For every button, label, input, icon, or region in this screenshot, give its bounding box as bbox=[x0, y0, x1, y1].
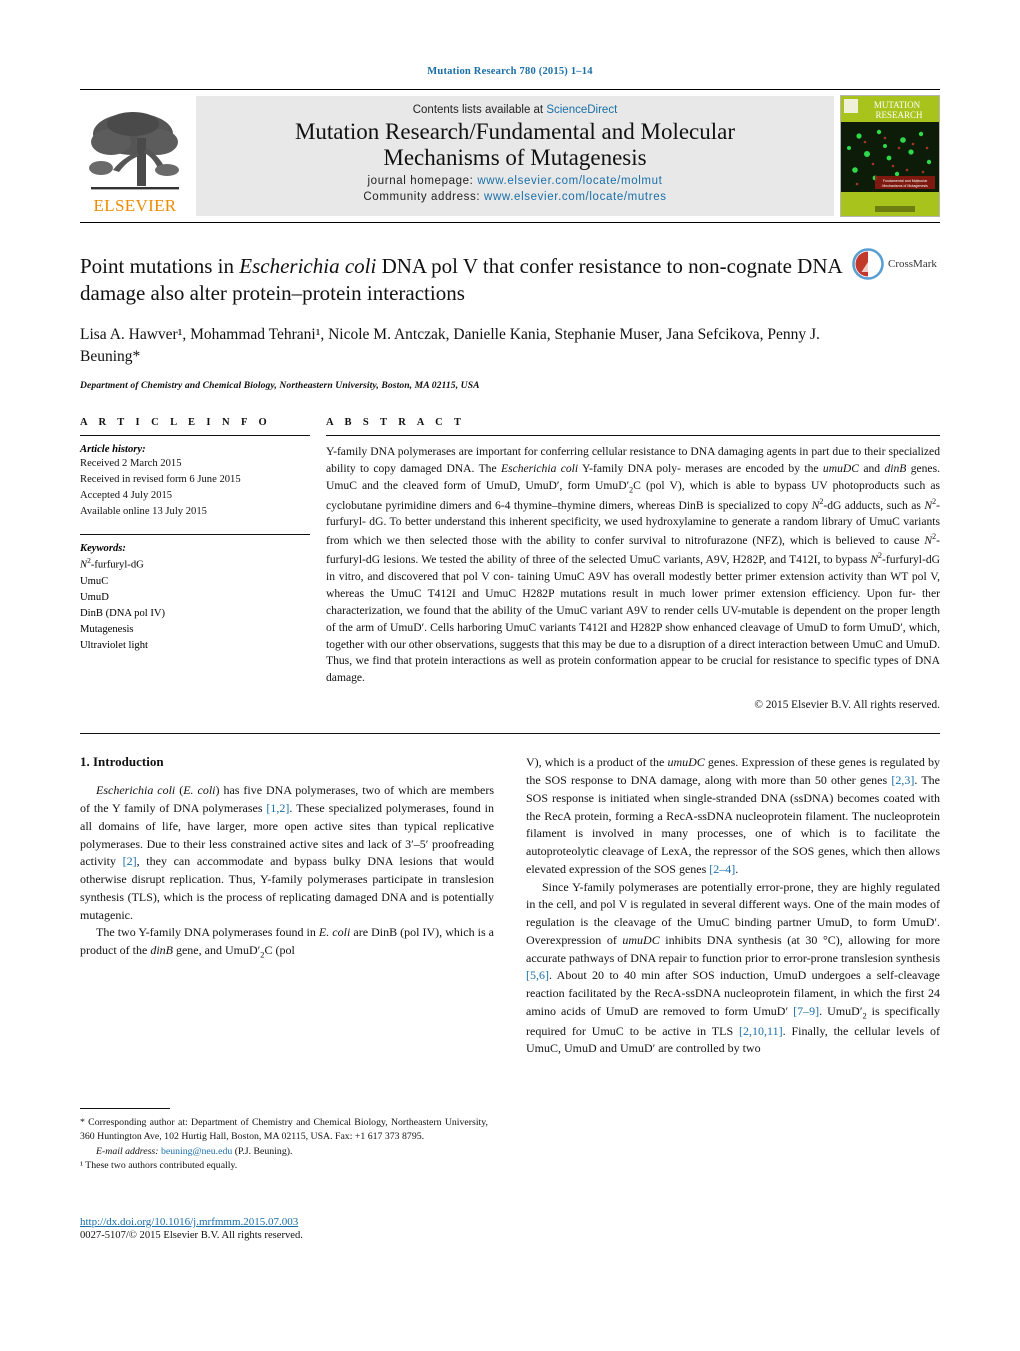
svg-text:Fundamental and Molecular: Fundamental and Molecular bbox=[883, 179, 928, 183]
history-accepted: Accepted 4 July 2015 bbox=[80, 489, 173, 501]
author-list: Lisa A. Hawver¹, Mohammad Tehrani¹, Nico… bbox=[80, 325, 820, 365]
article-history-label: Article history: bbox=[80, 443, 146, 455]
article-info-heading: A R T I C L E I N F O bbox=[80, 416, 272, 428]
page-title: Point mutations in Escherichia coli DNA … bbox=[80, 253, 850, 307]
paragraph: Escherichia coli (E. coli) has five DNA … bbox=[80, 783, 494, 922]
journal-masthead: ELSEVIER Contents lists available at Sci… bbox=[80, 89, 940, 223]
citation-ref: [2,3] bbox=[891, 773, 915, 788]
citation-ref: [2–4] bbox=[709, 861, 736, 876]
title-part-1: Point mutations in bbox=[80, 254, 240, 278]
svg-text:MUTATION: MUTATION bbox=[874, 100, 921, 110]
community-address-line: Community address: www.elsevier.com/loca… bbox=[363, 190, 666, 206]
citation-ref: [5,6] bbox=[526, 968, 549, 983]
history-online: Available online 13 July 2015 bbox=[80, 506, 207, 518]
elsevier-tree-icon bbox=[89, 112, 179, 190]
footnote-equal-contribution: ¹ These two authors contributed equally. bbox=[80, 1159, 238, 1171]
keyword-item: Mutagenesis bbox=[80, 624, 134, 636]
homepage-label: journal homepage: bbox=[367, 175, 478, 188]
paragraph: The two Y-family DNA polymerases found i… bbox=[80, 925, 495, 960]
running-head: Mutation Research 780 (2015) 1–14 bbox=[427, 66, 593, 77]
journal-cover-art: MUTATION RESEARCH Fundamental and Molecu… bbox=[841, 96, 939, 216]
abstract-rule bbox=[326, 434, 940, 436]
email-label: E-mail address: bbox=[96, 1145, 159, 1157]
footnote-rule bbox=[80, 1108, 170, 1109]
history-received: Received 2 March 2015 bbox=[80, 457, 182, 469]
keyword-item: DinB (DNA pol IV) bbox=[80, 607, 166, 619]
journal-title-line-2: Mechanisms of Mutagenesis bbox=[383, 144, 647, 170]
affiliation: Department of Chemistry and Chemical Bio… bbox=[80, 379, 480, 391]
body-column-left: 1. Introduction Escherichia coli (E. col… bbox=[80, 754, 494, 1058]
citation-ref: [2,10,11] bbox=[739, 1023, 783, 1038]
article-title-block: Point mutations in Escherichia coli DNA … bbox=[80, 223, 940, 391]
history-revised: Received in revised form 6 June 2015 bbox=[80, 473, 241, 485]
community-address-link[interactable]: www.elsevier.com/locate/mutres bbox=[484, 191, 667, 203]
journal-title-line-1: Mutation Research/Fundamental and Molecu… bbox=[294, 118, 736, 144]
article-info-column: A R T I C L E I N F O Article history: R… bbox=[80, 417, 310, 712]
contents-prefix: Contents lists available at bbox=[412, 103, 547, 116]
contents-line: Contents lists available at ScienceDirec… bbox=[413, 104, 618, 116]
community-label: Community address: bbox=[363, 191, 485, 204]
keyword-item: N2-furfuryl-dG bbox=[80, 556, 144, 571]
abstract-column: A B S T R A C T Y-family DNA polymerases… bbox=[326, 416, 941, 712]
crossmark-label: CrossMark bbox=[888, 258, 937, 270]
body-columns: 1. Introduction Escherichia coli (E. col… bbox=[80, 734, 940, 1058]
email-link[interactable]: beuning@neu.edu bbox=[161, 1146, 232, 1157]
body-column-right: V), which is a product of the umuDC gene… bbox=[526, 754, 940, 1058]
svg-text:Mechanisms of Mutagenesis: Mechanisms of Mutagenesis bbox=[882, 184, 928, 188]
crossmark-icon bbox=[852, 248, 884, 280]
footer-doi-region: http://dx.doi.org/10.1016/j.mrfmmm.2015.… bbox=[80, 1216, 500, 1241]
journal-homepage-link[interactable]: www.elsevier.com/locate/molmut bbox=[477, 175, 662, 187]
keyword-item: UmuD bbox=[80, 591, 109, 603]
info-abstract-region: A R T I C L E I N F O Article history: R… bbox=[80, 391, 941, 712]
keywords-label: Keywords: bbox=[80, 543, 126, 555]
sciencedirect-link[interactable]: ScienceDirect bbox=[546, 104, 617, 116]
paragraph: V), which is a product of the umuDC gene… bbox=[526, 755, 940, 876]
journal-cover-thumbnail: MUTATION RESEARCH Fundamental and Molecu… bbox=[840, 95, 940, 217]
title-organism: Escherichia coli bbox=[239, 254, 377, 278]
article-info-rule bbox=[80, 434, 310, 436]
footnote-email: E-mail address: beuning@neu.edu (P.J. Be… bbox=[80, 1145, 488, 1159]
keywords-rule bbox=[80, 534, 310, 536]
journal-band: Contents lists available at ScienceDirec… bbox=[196, 96, 834, 216]
keyword-item: UmuC bbox=[80, 575, 109, 587]
citation-ref: [7–9] bbox=[793, 1003, 820, 1018]
crossmark-badge[interactable]: CrossMark bbox=[852, 247, 940, 281]
paragraph: Since Y-family polymerases are potential… bbox=[526, 879, 941, 1056]
abstract-heading: A B S T R A C T bbox=[326, 416, 466, 428]
issn-copyright-line: 0027-5107/© 2015 Elsevier B.V. All right… bbox=[80, 1230, 303, 1241]
journal-title: Mutation Research/Fundamental and Molecu… bbox=[295, 119, 735, 171]
article-page: Mutation Research 780 (2015) 1–14 ELSEVI… bbox=[0, 0, 1020, 1351]
svg-text:RESEARCH: RESEARCH bbox=[875, 110, 923, 120]
footnote-corresponding-author: * Corresponding author at: Department of… bbox=[80, 1117, 488, 1143]
citation-ref: [2] bbox=[122, 854, 137, 869]
footnotes-region: * Corresponding author at: Department of… bbox=[80, 1108, 488, 1173]
elsevier-logo: ELSEVIER bbox=[80, 96, 190, 216]
abstract-text: Y-family DNA polymerases are important f… bbox=[326, 444, 941, 685]
elsevier-wordmark: ELSEVIER bbox=[93, 196, 177, 215]
abstract-copyright: © 2015 Elsevier B.V. All rights reserved… bbox=[754, 699, 940, 712]
citation-ref: [1,2] bbox=[266, 801, 290, 816]
section-heading-introduction: 1. Introduction bbox=[80, 754, 164, 770]
email-suffix: (P.J. Beuning). bbox=[232, 1145, 293, 1157]
doi-link[interactable]: http://dx.doi.org/10.1016/j.mrfmmm.2015.… bbox=[80, 1216, 500, 1228]
journal-homepage-line: journal homepage: www.elsevier.com/locat… bbox=[368, 174, 663, 190]
keyword-item: Ultraviolet light bbox=[80, 640, 148, 652]
